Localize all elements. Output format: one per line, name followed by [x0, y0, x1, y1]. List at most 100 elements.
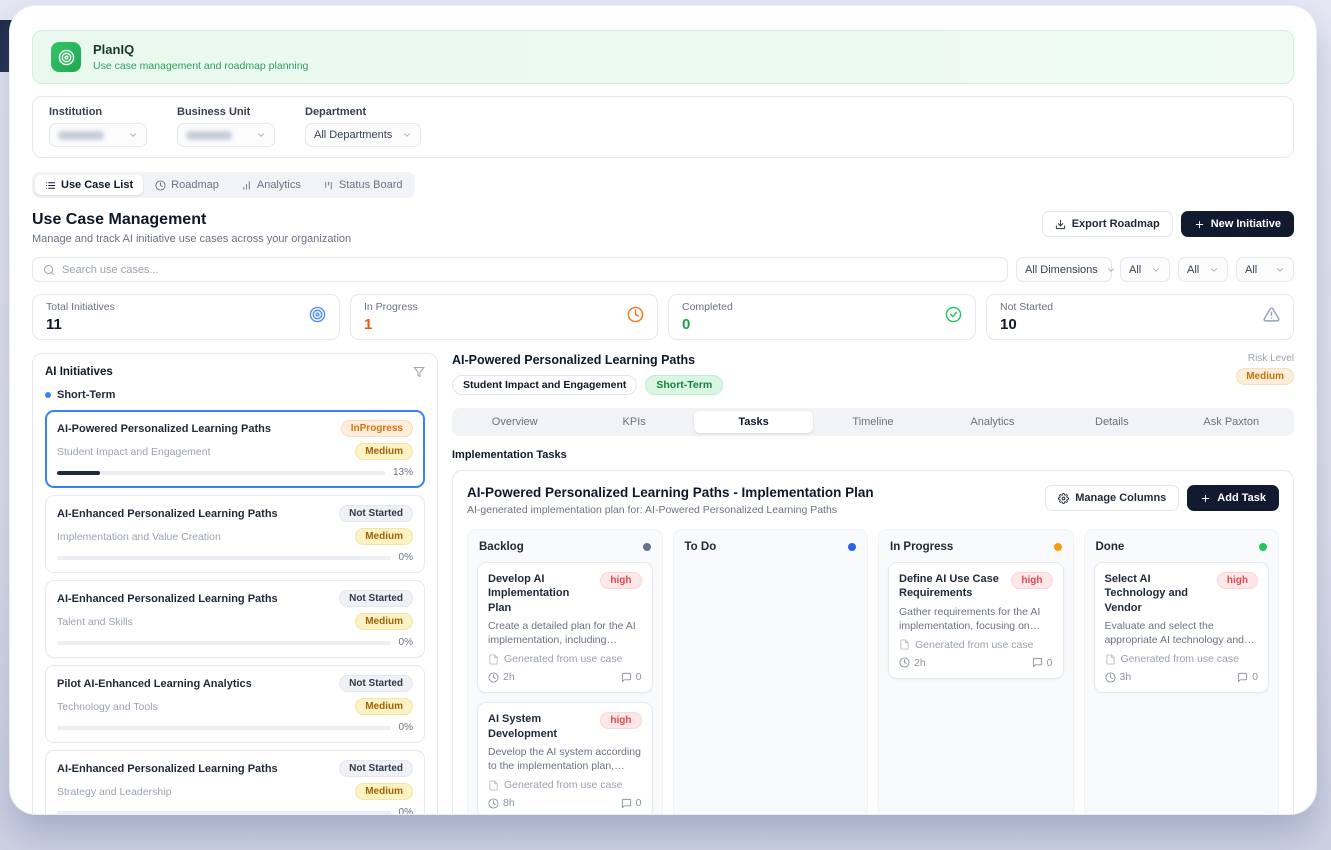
desktop-background: PlanIQ Use case management and roadmap p… [0, 0, 1331, 850]
clock-icon [627, 306, 644, 323]
redacted-value [186, 131, 232, 140]
progress-bar [57, 556, 391, 560]
priority-badge: high [1217, 572, 1258, 589]
toolbar-select-3[interactable]: All [1236, 257, 1294, 282]
detail-tab-overview[interactable]: Overview [455, 411, 574, 433]
redacted-value [58, 131, 104, 140]
group-label: Short-Term [57, 389, 115, 401]
kanban-column-done: DoneSelect AI Technology and VendorhighE… [1084, 529, 1280, 814]
group-short-term: Short-Term [45, 389, 425, 401]
initiative-card-4[interactable]: AI-Enhanced Personalized Learning PathsN… [45, 750, 425, 814]
task-comments: 0 [636, 797, 642, 809]
stat-card-total-initiatives: Total Initiatives11 [32, 294, 340, 340]
filter-select-department[interactable]: All Departments [305, 123, 421, 147]
column-status-dot [1259, 543, 1267, 551]
detail-tab-details[interactable]: Details [1052, 411, 1171, 433]
column-tasks: Develop AI Implementation PlanhighCreate… [477, 562, 653, 814]
task-card[interactable]: Select AI Technology and VendorhighEvalu… [1094, 562, 1270, 693]
risk-badge: Medium [355, 698, 413, 715]
stat-card-not-started: Not Started10 [986, 294, 1294, 340]
view-tab-status-board[interactable]: Status Board [313, 175, 413, 195]
plus-icon [1194, 219, 1205, 230]
view-tab-use-case-list[interactable]: Use Case List [35, 175, 143, 195]
initiative-title: AI-Enhanced Personalized Learning Paths [57, 508, 278, 520]
message-icon [1237, 672, 1248, 683]
progress-label: 0% [399, 637, 413, 648]
clock-icon [488, 672, 499, 683]
status-badge: Not Started [339, 590, 413, 607]
task-card[interactable]: Develop AI Implementation PlanhighCreate… [477, 562, 653, 693]
filter-group-2: Department All Departments [305, 106, 421, 147]
task-description: Evaluate and select the appropriate AI t… [1105, 619, 1259, 647]
view-tab-label: Roadmap [171, 179, 219, 191]
filter-icon[interactable] [413, 366, 425, 378]
message-icon [621, 672, 632, 683]
initiative-card-3[interactable]: Pilot AI-Enhanced Learning AnalyticsNot … [45, 665, 425, 743]
priority-badge: high [600, 572, 641, 589]
detail-tag: Student Impact and Engagement [452, 375, 637, 395]
search-icon [43, 264, 55, 276]
kanban-subtitle: AI-generated implementation plan for: AI… [467, 504, 874, 516]
detail-tab-ask-paxton[interactable]: Ask Paxton [1172, 411, 1291, 433]
column-name: To Do [685, 541, 717, 553]
filter-group-0: Institution [49, 106, 147, 147]
toolbar-select-1[interactable]: All [1120, 257, 1170, 282]
toolbar-select-2[interactable]: All [1178, 257, 1228, 282]
kanban-column-backlog: Backlog Develop AI Implementation Planhig… [467, 529, 663, 814]
detail-tab-timeline[interactable]: Timeline [813, 411, 932, 433]
toolbar-select-value: All [1245, 264, 1257, 276]
view-tab-label: Status Board [339, 179, 403, 191]
filter-select-institution[interactable] [49, 123, 147, 147]
status-badge: InProgress [341, 420, 413, 437]
toolbar-select-0[interactable]: All Dimensions [1016, 257, 1112, 282]
message-icon [621, 798, 632, 809]
initiative-card-1[interactable]: AI-Enhanced Personalized Learning PathsN… [45, 495, 425, 573]
app-banner: PlanIQ Use case management and roadmap p… [32, 30, 1294, 84]
search-input[interactable] [62, 264, 997, 276]
task-source: Generated from use case [504, 653, 622, 665]
chevron-down-icon [402, 130, 412, 140]
priority-badge: high [600, 712, 641, 729]
planiq-logo-icon [51, 42, 81, 72]
add-task-button[interactable]: Add Task [1187, 485, 1279, 511]
detail-tab-analytics[interactable]: Analytics [933, 411, 1052, 433]
manage-columns-button[interactable]: Manage Columns [1045, 485, 1179, 511]
toolbar-select-value: All Dimensions [1025, 264, 1098, 276]
task-title: AI System Development [488, 712, 594, 741]
risk-level-label: Risk Level [1236, 353, 1294, 364]
new-initiative-button[interactable]: New Initiative [1181, 211, 1294, 237]
task-hours: 2h [503, 671, 515, 683]
task-comments: 0 [1252, 671, 1258, 683]
filter-label: Department [305, 106, 421, 118]
status-badge: Not Started [339, 675, 413, 692]
check-circle-icon [945, 306, 962, 323]
task-card[interactable]: AI System DevelopmenthighDevelop the AI … [477, 702, 653, 814]
chevron-down-icon [1275, 265, 1285, 275]
export-roadmap-button[interactable]: Export Roadmap [1042, 211, 1173, 237]
kanban-title: AI-Powered Personalized Learning Paths -… [467, 485, 874, 500]
file-icon [488, 654, 499, 665]
clock-icon [899, 657, 910, 668]
initiative-card-2[interactable]: AI-Enhanced Personalized Learning Paths N… [45, 580, 425, 658]
initiative-dimension: Talent and Skills [57, 616, 133, 628]
progress-bar [57, 471, 385, 475]
initiatives-list: AI-Powered Personalized Learning PathsIn… [45, 410, 425, 814]
kanban-column-to-do: To Do [673, 529, 869, 814]
detail-tag: Short-Term [645, 375, 723, 395]
column-name: Backlog [479, 541, 524, 553]
column-status-dot [848, 543, 856, 551]
alert-triangle-icon [1263, 306, 1280, 323]
detail-tab-kpis[interactable]: KPIs [574, 411, 693, 433]
view-tab-analytics[interactable]: Analytics [231, 175, 311, 195]
page-title: Use Case Management [32, 211, 351, 229]
detail-tab-tasks[interactable]: Tasks [694, 411, 813, 433]
search-box[interactable] [32, 257, 1008, 282]
kanban-icon [323, 180, 334, 191]
task-hours: 3h [1120, 671, 1132, 683]
initiative-title: AI-Enhanced Personalized Learning Paths [57, 593, 278, 605]
initiative-card-0[interactable]: AI-Powered Personalized Learning PathsIn… [45, 410, 425, 488]
view-tab-roadmap[interactable]: Roadmap [145, 175, 229, 195]
progress-bar [57, 726, 391, 730]
task-card[interactable]: Define AI Use Case RequirementshighGathe… [888, 562, 1064, 679]
filter-select-business-unit[interactable] [177, 123, 275, 147]
